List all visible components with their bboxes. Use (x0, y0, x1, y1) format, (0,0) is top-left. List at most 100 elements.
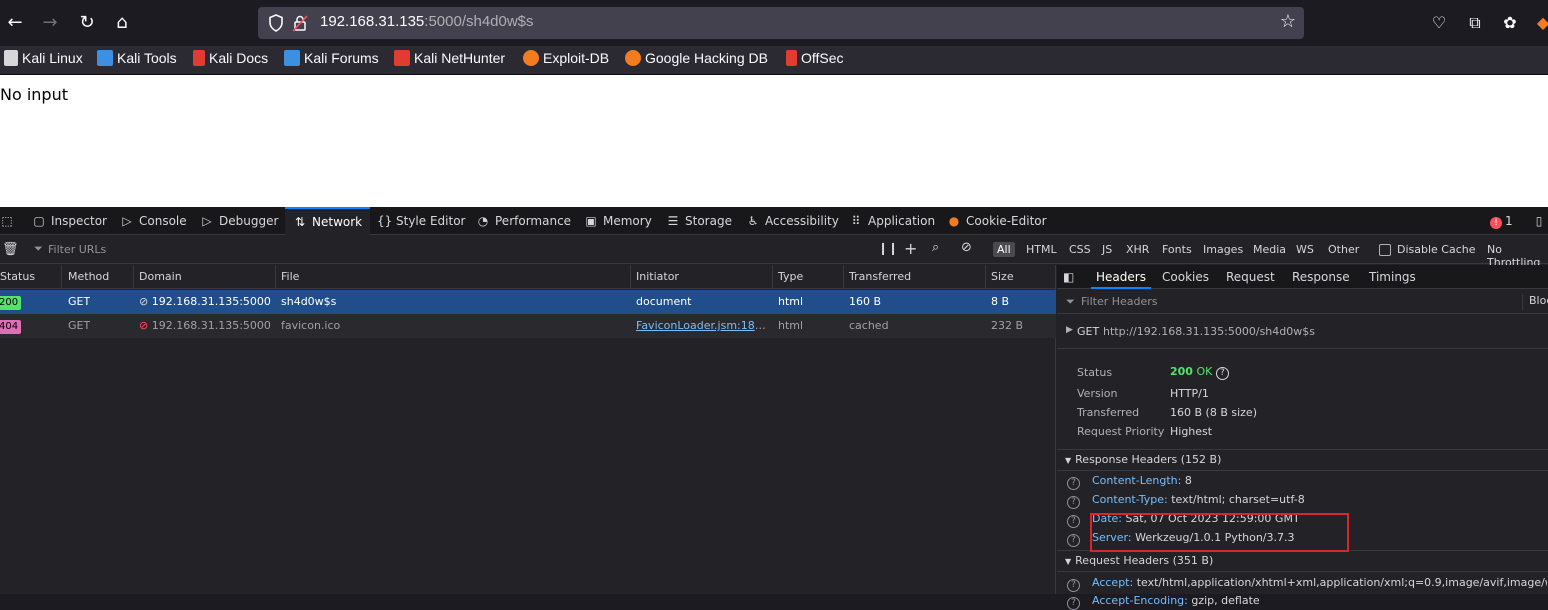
bookmark-label: Kali Linux (22, 50, 83, 66)
tab-cookie-editor[interactable]: ● Cookie-Editor (947, 207, 1047, 235)
block-icon[interactable]: ⊘ (961, 240, 972, 255)
bookmark-kali-docs[interactable]: Kali Docs (193, 50, 268, 66)
header-row[interactable]: ? Accept-Encoding: gzip, deflate (1067, 594, 1260, 610)
bookmark-star-icon[interactable]: ☆ (1280, 11, 1296, 32)
tab-network[interactable]: ⇅ Network (285, 207, 371, 235)
tab-label: Debugger (219, 214, 279, 228)
help-icon[interactable]: ? (1067, 477, 1080, 490)
tab-label: Accessibility (765, 214, 839, 228)
search-icon[interactable]: ⌕ (932, 240, 939, 255)
ghdb-icon (625, 50, 641, 66)
filter-media[interactable]: Media (1249, 242, 1290, 257)
help-icon[interactable]: ? (1067, 597, 1080, 610)
tab-performance[interactable]: ◔ Performance (476, 207, 571, 235)
version-label: Version (1077, 387, 1118, 400)
column-domain[interactable]: Domain (133, 265, 276, 289)
request-line[interactable]: ▶ GET http://192.168.31.135:5000/sh4d0w$… (1057, 315, 1548, 349)
header-row[interactable]: ? Content-Type: text/html; charset=utf-8 (1067, 493, 1305, 509)
tab-console[interactable]: ▷ Console (120, 207, 187, 235)
pocket-icon[interactable]: ♡ (1429, 13, 1449, 33)
help-icon[interactable]: ? (1215, 367, 1229, 380)
header-row[interactable]: ? Accept: text/html,application/xhtml+xml… (1067, 576, 1547, 592)
bookmark-kali-linux[interactable]: Kali Linux (4, 50, 83, 66)
bookmark-exploit-db[interactable]: Exploit-DB (523, 50, 609, 66)
filter-headers-input[interactable]: Filter Headers (1081, 295, 1158, 308)
url-bar[interactable]: 192.168.31.135:5000/sh4d0w$s ☆ (258, 7, 1304, 39)
accessibility-icon: ♿ (747, 214, 759, 228)
header-value: 8 (1184, 474, 1192, 487)
tab-memory[interactable]: ▣ Memory (584, 207, 651, 235)
help-icon[interactable]: ? (1067, 534, 1080, 547)
tab-storage[interactable]: ☰ Storage (666, 207, 732, 235)
tab-inspector[interactable]: ▢ Inspector (32, 207, 107, 235)
insecure-connection-icon: ⊘ (139, 319, 152, 332)
dock-layout-icon[interactable]: ▯ (1532, 207, 1548, 235)
filter-urls-input[interactable]: Filter URLs (48, 243, 106, 256)
tab-timings[interactable]: Timings (1369, 265, 1416, 289)
filter-other[interactable]: Other (1324, 242, 1363, 257)
tracking-shield-icon[interactable] (268, 14, 284, 32)
toggle-sidebar-icon[interactable]: ◧ (1063, 265, 1074, 289)
bookmark-offsec[interactable]: OffSec (786, 50, 844, 66)
bookmark-google-hacking-db[interactable]: Google Hacking DB (625, 50, 768, 66)
bookmark-kali-tools[interactable]: Kali Tools (97, 50, 177, 66)
header-row[interactable]: ? Content-Length: 8 (1067, 474, 1192, 490)
table-row[interactable]: 404 GET ⊘ 192.168.31.135:5000 favicon.ic… (0, 314, 1056, 338)
help-icon[interactable]: ? (1067, 515, 1080, 528)
tab-response[interactable]: Response (1292, 265, 1350, 289)
extensions-icon[interactable]: ⧉ (1465, 13, 1485, 33)
row-method: GET (68, 319, 91, 332)
filter-xhr[interactable]: XHR (1122, 242, 1153, 257)
url-text[interactable]: 192.168.31.135:5000/sh4d0w$s (320, 13, 534, 30)
filter-ws[interactable]: WS (1292, 242, 1318, 257)
forward-arrow-icon[interactable]: → (38, 11, 62, 35)
tab-cookies[interactable]: Cookies (1162, 265, 1209, 289)
tab-application[interactable]: ⠿ Application (849, 207, 935, 235)
column-size[interactable]: Size (985, 265, 1056, 289)
disable-cache-checkbox[interactable] (1379, 244, 1391, 256)
error-count-badge[interactable]: ! 1 (1490, 214, 1513, 229)
row-domain: 192.168.31.135:5000 (151, 319, 271, 332)
insecure-lock-icon[interactable] (292, 14, 308, 32)
initiator-link[interactable]: FaviconLoader.jsm:180 (i… (636, 319, 768, 332)
kali-tools-icon (97, 50, 113, 66)
help-icon[interactable]: ? (1067, 496, 1080, 509)
cookie-editor-icon[interactable]: ✿ (1500, 13, 1520, 33)
tab-label: Console (139, 214, 187, 228)
element-picker-icon[interactable]: ⬚ (0, 207, 19, 235)
help-icon[interactable]: ? (1067, 579, 1080, 592)
reload-icon[interactable]: ↻ (75, 11, 99, 35)
tab-headers[interactable]: Headers (1091, 265, 1151, 289)
tab-debugger[interactable]: ▷ Debugger (200, 207, 278, 235)
bookmark-kali-nethunter[interactable]: Kali NetHunter (394, 50, 505, 66)
bookmark-label: Google Hacking DB (645, 50, 768, 66)
column-method[interactable]: Method (62, 265, 134, 289)
filter-fonts[interactable]: Fonts (1158, 242, 1196, 257)
column-status[interactable]: Status (0, 265, 62, 289)
filter-all[interactable]: All (993, 242, 1015, 257)
column-type[interactable]: Type (772, 265, 844, 289)
column-initiator[interactable]: Initiator (630, 265, 773, 289)
kali-dragon-icon (4, 50, 18, 66)
filter-js[interactable]: JS (1098, 242, 1116, 257)
filter-html[interactable]: HTML (1022, 242, 1061, 257)
block-button[interactable]: Block (1522, 294, 1548, 310)
menu-fox-icon[interactable]: ◆ (1533, 13, 1548, 33)
column-transferred[interactable]: Transferred (843, 265, 986, 289)
tab-style-editor[interactable]: {} Style Editor (377, 207, 465, 235)
bookmark-kali-forums[interactable]: Kali Forums (284, 50, 379, 66)
tab-request[interactable]: Request (1226, 265, 1275, 289)
request-headers-section[interactable]: ▼ Request Headers (351 B) (1057, 550, 1548, 572)
expand-triangle-icon[interactable]: ▶ (1066, 325, 1073, 335)
add-icon[interactable]: + (904, 239, 917, 258)
tab-accessibility[interactable]: ♿ Accessibility (746, 207, 839, 235)
trash-icon[interactable]: 🗑 (2, 242, 19, 257)
filter-css[interactable]: CSS (1065, 242, 1095, 257)
filter-images[interactable]: Images (1199, 242, 1247, 257)
back-arrow-icon[interactable]: ← (3, 11, 27, 35)
table-row[interactable]: 200 GET ⊘ 192.168.31.135:5000 sh4d0w$s d… (0, 290, 1056, 314)
pause-icon[interactable]: ❙❙ (878, 241, 898, 255)
column-file[interactable]: File (275, 265, 631, 289)
response-headers-section[interactable]: ▼ Response Headers (152 B) (1057, 449, 1548, 471)
home-icon[interactable]: ⌂ (110, 11, 134, 35)
